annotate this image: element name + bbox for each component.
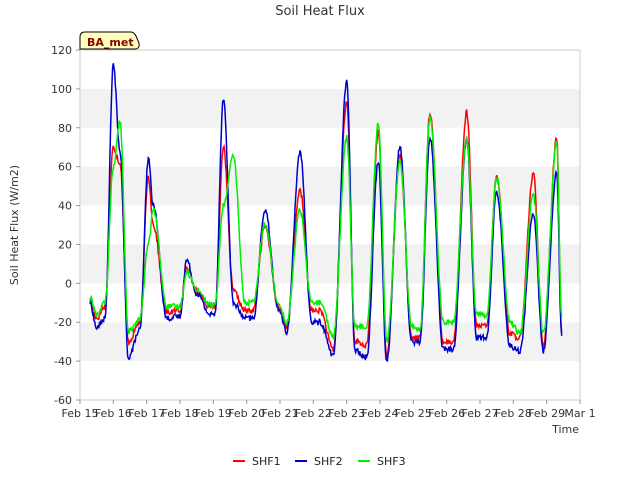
- soil-heat-flux-chart: -60-40-20020406080100120 Feb 15Feb 16Feb…: [0, 0, 640, 480]
- x-tick-label: Feb 26: [428, 407, 465, 420]
- x-tick-label: Feb 20: [228, 407, 265, 420]
- x-tick-label: Feb 27: [462, 407, 499, 420]
- x-tick-label: Feb 25: [395, 407, 432, 420]
- y-tick-label: -40: [54, 355, 72, 368]
- y-tick-label: -60: [54, 394, 72, 407]
- x-axis-label: Time: [551, 423, 579, 436]
- x-tick-label: Feb 15: [62, 407, 99, 420]
- x-tick-label: Feb 17: [128, 407, 165, 420]
- x-tick-label: Feb 22: [295, 407, 332, 420]
- legend-label-shf2: SHF2: [314, 455, 343, 468]
- grid-band: [80, 166, 580, 206]
- x-tick-label: Feb 28: [495, 407, 532, 420]
- legend: SHF1 SHF2 SHF3: [233, 455, 406, 468]
- x-tick-label: Feb 18: [162, 407, 199, 420]
- x-tick-label: Feb 24: [362, 407, 399, 420]
- y-tick-label: 60: [58, 161, 72, 174]
- x-tick-label: Feb 23: [328, 407, 365, 420]
- x-tick-label: Feb 29: [528, 407, 565, 420]
- x-tick-label: Feb 16: [95, 407, 132, 420]
- grid-band: [80, 361, 580, 400]
- badge: BA_met: [79, 31, 140, 50]
- x-tick-label: Feb 21: [262, 407, 299, 420]
- y-tick-label: 40: [58, 200, 72, 213]
- plot-bands: [80, 50, 580, 400]
- legend-label-shf1: SHF1: [252, 455, 281, 468]
- grid-band: [80, 88, 580, 128]
- grid-band: [80, 50, 580, 89]
- grid-band: [80, 127, 580, 167]
- chart-title: Soil Heat Flux: [275, 4, 365, 19]
- badge-label: BA_met: [87, 36, 134, 49]
- x-tick-label: Feb 19: [195, 407, 232, 420]
- y-tick-label: 0: [65, 277, 72, 290]
- y-tick-label: 120: [51, 44, 72, 57]
- y-tick-label: 100: [51, 83, 72, 96]
- y-tick-label: 20: [58, 238, 72, 251]
- y-tick-label: 80: [58, 122, 72, 135]
- legend-label-shf3: SHF3: [377, 455, 406, 468]
- x-tick-label: Mar 1: [564, 407, 595, 420]
- y-tick-label: -20: [54, 316, 72, 329]
- y-axis-label: Soil Heat Flux (W/m2): [8, 165, 21, 285]
